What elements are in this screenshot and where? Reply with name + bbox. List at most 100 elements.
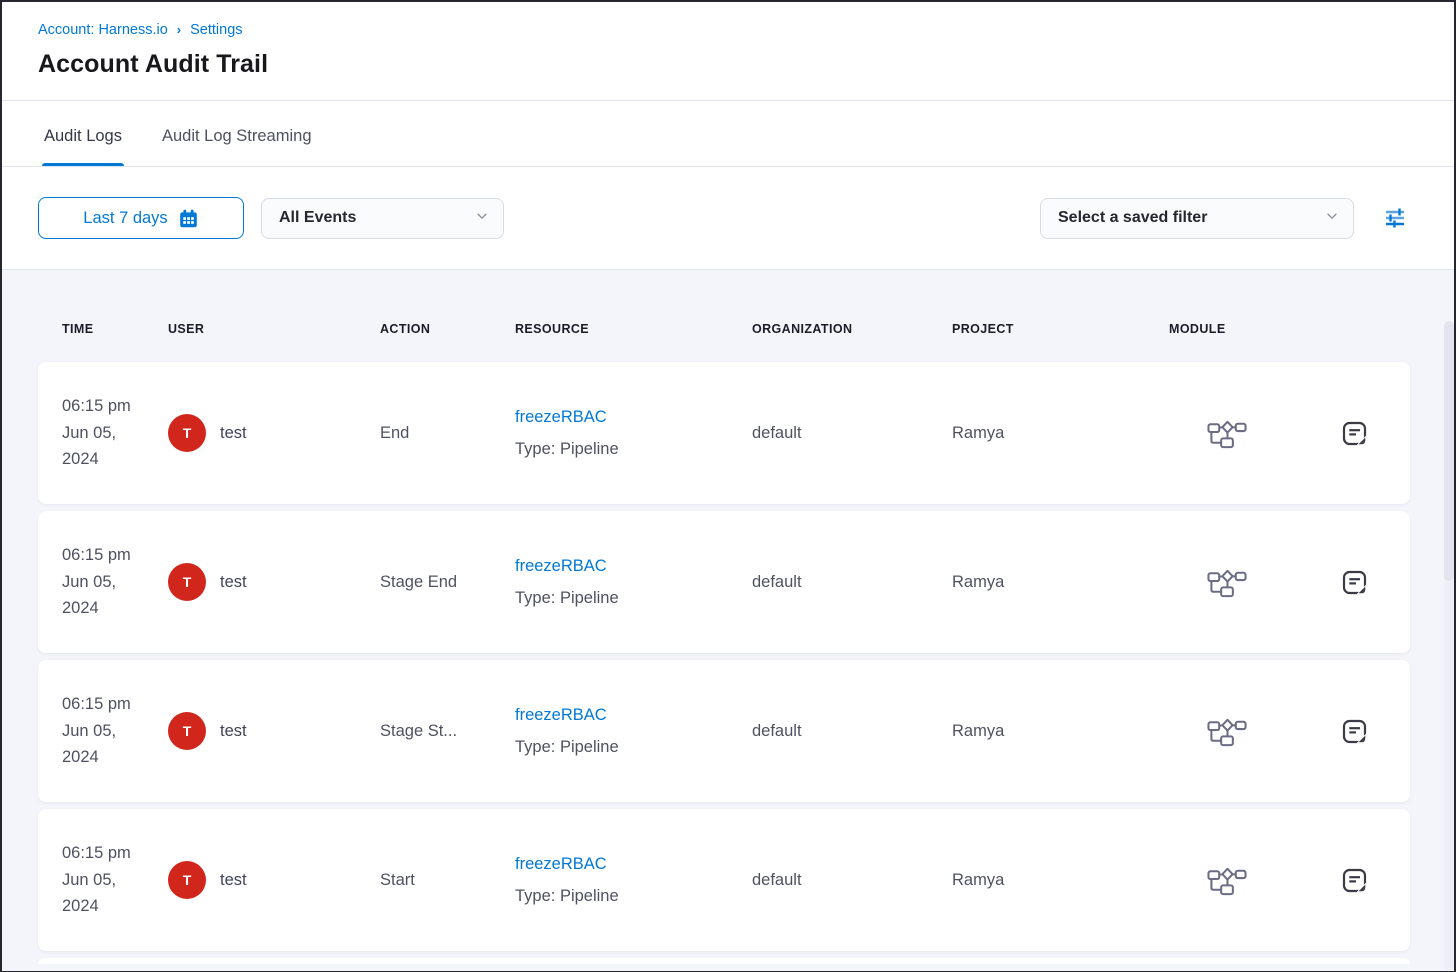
date-range-label: Last 7 days [83, 209, 167, 228]
avatar: T [168, 563, 206, 601]
filter-sliders-icon [1382, 205, 1408, 231]
breadcrumb-settings-link[interactable]: Settings [190, 22, 242, 38]
event-type-dropdown[interactable]: All Events [261, 198, 504, 239]
user-cell: T test [168, 861, 380, 899]
resource-cell: freezeRBAC Type: Pipeline [515, 856, 752, 904]
event-date: Jun 05, 2024 [62, 867, 154, 920]
column-header-organization: ORGANIZATION [752, 322, 952, 336]
breadcrumb-separator-icon: › [177, 22, 181, 37]
event-summary-note-icon [1340, 717, 1369, 746]
event-summary-note-icon [1340, 568, 1369, 597]
resource-type: Type: Pipeline [515, 739, 752, 756]
action-cell: Start [380, 871, 515, 890]
project-cell: Ramya [952, 871, 1169, 890]
event-summary-button[interactable] [1336, 713, 1373, 750]
scrollbar-thumb[interactable] [1444, 321, 1454, 581]
column-header-project: PROJECT [952, 322, 1169, 336]
project-cell: Ramya [952, 424, 1169, 443]
resource-link[interactable]: freezeRBAC [515, 856, 607, 873]
resource-cell: freezeRBAC Type: Pipeline [515, 707, 752, 755]
breadcrumb-account-link[interactable]: Account: Harness.io [38, 22, 168, 38]
time-cell: 06:15 pm Jun 05, 2024 [62, 840, 154, 919]
pipeline-module-icon [1207, 715, 1247, 748]
action-cell: End [380, 424, 515, 443]
organization-cell: default [752, 424, 952, 443]
resource-link[interactable]: freezeRBAC [515, 558, 607, 575]
user-name: test [220, 871, 247, 890]
calendar-icon [178, 208, 199, 229]
organization-cell: default [752, 871, 952, 890]
organization-cell: default [752, 573, 952, 592]
event-time: 06:15 pm [62, 844, 131, 862]
column-header-resource: RESOURCE [515, 322, 752, 336]
event-summary-button[interactable] [1336, 415, 1373, 452]
note-cell [1298, 862, 1410, 899]
saved-filter-dropdown[interactable]: Select a saved filter [1040, 198, 1354, 239]
event-time: 06:15 pm [62, 546, 131, 564]
pipeline-module-icon [1207, 417, 1247, 450]
event-date: Jun 05, 2024 [62, 718, 154, 771]
pipeline-module-icon [1207, 566, 1247, 599]
time-cell: 06:15 pm Jun 05, 2024 [62, 393, 154, 472]
table-row: 06:15 pm Jun 05, 2024 T test Start freez… [38, 809, 1410, 951]
module-cell [1169, 864, 1298, 897]
action-cell: Stage St... [380, 722, 515, 741]
table-row: 06:15 pm Jun 05, 2024 T test Stage End f… [38, 511, 1410, 653]
event-date: Jun 05, 2024 [62, 569, 154, 622]
note-cell [1298, 713, 1410, 750]
resource-type: Type: Pipeline [515, 441, 752, 458]
table-row: 06:15 pm Jun 05, 2024 T test End freezeR… [38, 362, 1410, 504]
user-name: test [220, 424, 247, 443]
page-header: Account: Harness.io › Settings Account A… [2, 2, 1454, 101]
event-summary-note-icon [1340, 419, 1369, 448]
time-cell: 06:15 pm Jun 05, 2024 [62, 691, 154, 770]
tab-audit-log-streaming[interactable]: Audit Log Streaming [160, 109, 314, 166]
event-date: Jun 05, 2024 [62, 420, 154, 473]
event-summary-button[interactable] [1336, 862, 1373, 899]
module-cell [1169, 417, 1298, 450]
user-cell: T test [168, 414, 380, 452]
resource-cell: freezeRBAC Type: Pipeline [515, 558, 752, 606]
event-summary-note-icon [1340, 866, 1369, 895]
resource-link[interactable]: freezeRBAC [515, 707, 607, 724]
table-row: 06:15 pm Jun 05, 2024 T test Stage St...… [38, 660, 1410, 802]
resource-type: Type: Pipeline [515, 590, 752, 607]
module-cell [1169, 715, 1298, 748]
user-name: test [220, 573, 247, 592]
audit-table-header: TIME USER ACTION RESOURCE ORGANIZATION P… [38, 270, 1410, 362]
avatar: T [168, 414, 206, 452]
module-cell [1169, 566, 1298, 599]
column-header-action: ACTION [380, 322, 515, 336]
avatar: T [168, 861, 206, 899]
breadcrumb: Account: Harness.io › Settings [38, 22, 1418, 38]
resource-type: Type: Pipeline [515, 888, 752, 905]
pipeline-module-icon [1207, 864, 1247, 897]
user-name: test [220, 722, 247, 741]
date-range-button[interactable]: Last 7 days [38, 197, 244, 239]
saved-filter-placeholder: Select a saved filter [1058, 209, 1207, 227]
user-cell: T test [168, 712, 380, 750]
page-title: Account Audit Trail [38, 50, 1418, 79]
event-summary-button[interactable] [1336, 564, 1373, 601]
note-cell [1298, 564, 1410, 601]
note-cell [1298, 415, 1410, 452]
audit-table-section: TIME USER ACTION RESOURCE ORGANIZATION P… [2, 270, 1454, 971]
resource-cell: freezeRBAC Type: Pipeline [515, 409, 752, 457]
audit-table-body: 06:15 pm Jun 05, 2024 T test End freezeR… [2, 362, 1454, 951]
event-type-value: All Events [279, 209, 356, 227]
resource-link[interactable]: freezeRBAC [515, 409, 607, 426]
vertical-scrollbar[interactable] [1444, 321, 1454, 971]
project-cell: Ramya [952, 573, 1169, 592]
action-cell: Stage End [380, 573, 515, 592]
column-header-user: USER [168, 322, 380, 336]
event-time: 06:15 pm [62, 695, 131, 713]
next-row-peek [38, 958, 1410, 964]
filter-settings-button[interactable] [1382, 205, 1408, 231]
organization-cell: default [752, 722, 952, 741]
chevron-down-icon [1325, 209, 1339, 228]
filter-bar: Last 7 days All Events Select a saved fi… [2, 167, 1454, 270]
column-header-module: MODULE [1169, 322, 1298, 336]
tabs-bar: Audit Logs Audit Log Streaming [2, 101, 1454, 167]
tab-audit-logs[interactable]: Audit Logs [42, 109, 124, 166]
column-header-time: TIME [62, 322, 168, 336]
